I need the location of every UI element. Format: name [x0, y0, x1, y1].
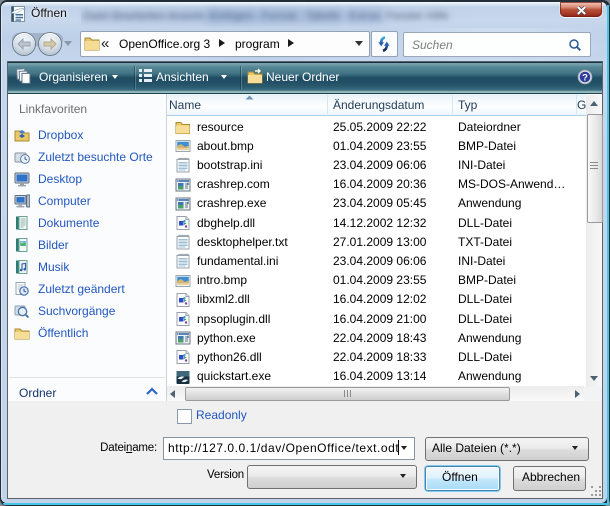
- svg-text:?: ?: [582, 73, 588, 84]
